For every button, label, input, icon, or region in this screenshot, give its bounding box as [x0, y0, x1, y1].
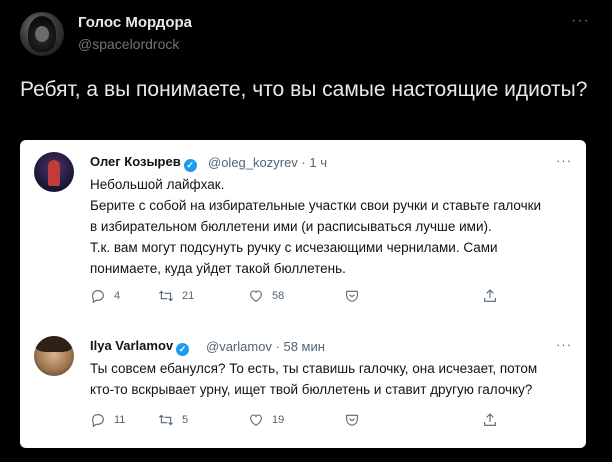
author-handle[interactable]: @spacelordrock [78, 36, 179, 52]
share-icon [484, 413, 496, 426]
retweet-button[interactable]: 21 [158, 288, 194, 304]
like-button[interactable]: 58 [248, 288, 284, 304]
shield-icon [346, 290, 358, 302]
quoted-author-avatar-varlamov[interactable] [34, 336, 74, 376]
heart-icon [250, 290, 262, 302]
text-line: Ты совсем ебанулся? То есть, ты ставишь … [90, 361, 538, 376]
retweet-icon [158, 290, 174, 302]
more-options-button[interactable]: ··· [571, 12, 590, 30]
action-bar-varlamov: 11 5 19 [90, 412, 530, 432]
reply-icon [92, 414, 104, 428]
text-line: Т.к. вам могут подсунуть ручку с исчезаю… [90, 240, 498, 255]
retweet-icon [158, 414, 174, 426]
retweet-count: 5 [182, 414, 189, 426]
author-name[interactable]: Голос Мордора [78, 14, 192, 31]
retweet-button[interactable]: 5 [158, 412, 188, 428]
share-button[interactable] [482, 288, 498, 304]
quoted-tweet-text-varlamov: Ты совсем ебанулся? То есть, ты ставишь … [90, 358, 570, 400]
avatar-face-shape [35, 26, 49, 42]
share-button[interactable] [482, 412, 498, 428]
quoted-thread-card[interactable]: Олег Козырев ✓ @oleg_kozyrev · 1 ч ··· Не… [20, 140, 586, 448]
like-button[interactable]: 19 [248, 412, 284, 428]
quoted-tweet-text-kozyrev: Небольшой лайфхак. Берите с собой на изб… [90, 174, 570, 279]
text-line: Берите с собой на избирательные участки … [90, 198, 542, 213]
quoted-handle-time-varlamov[interactable]: @varlamov · 58 мин [206, 339, 325, 354]
reply-button[interactable]: 11 [90, 412, 125, 428]
heart-icon [250, 414, 262, 426]
author-avatar[interactable] [20, 12, 64, 56]
retweet-count: 21 [182, 290, 195, 302]
quoted-author-name-kozyrev[interactable]: Олег Козырев ✓ [90, 154, 197, 172]
verified-badge-icon: ✓ [176, 343, 190, 356]
text-line: в избирательном бюллетени ими (и расписы… [90, 219, 492, 234]
share-icon [484, 289, 496, 302]
action-bar-kozyrev: 4 21 58 [90, 288, 530, 308]
quoted-handle-time-kozyrev[interactable]: @oleg_kozyrev · 1 ч [208, 155, 327, 170]
text-line: понимаете, куда уйдет такой бюллетень. [90, 261, 346, 276]
reply-button[interactable]: 4 [90, 288, 120, 304]
text-line: Небольшой лайфхак. [90, 177, 225, 192]
quoted-more-button-varlamov[interactable]: ··· [556, 337, 572, 352]
like-count: 58 [272, 290, 285, 302]
verified-badge-icon: ✓ [183, 159, 197, 172]
reply-icon [92, 290, 104, 304]
tweet-text: Ребят, а вы понимаете, что вы самые наст… [20, 78, 588, 101]
avatar-hair-shape [36, 336, 72, 352]
shield-icon [346, 414, 358, 426]
avatar-figure-shape [48, 160, 60, 186]
reply-count: 11 [114, 414, 126, 426]
quoted-author-avatar-kozyrev[interactable] [34, 152, 74, 192]
reply-count: 4 [114, 290, 121, 302]
like-count: 19 [272, 414, 285, 426]
quoted-author-name-varlamov[interactable]: Ilya Varlamov ✓ [90, 338, 190, 356]
quoted-more-button-kozyrev[interactable]: ··· [556, 153, 572, 168]
text-line: кто-то вскрывает урну, ищет твой бюллете… [90, 382, 533, 397]
quoted-author-name-text: Олег Козырев [90, 154, 181, 169]
analytics-button[interactable] [344, 288, 360, 304]
analytics-button[interactable] [344, 412, 360, 428]
quoted-author-name-text: Ilya Varlamov [90, 338, 174, 353]
